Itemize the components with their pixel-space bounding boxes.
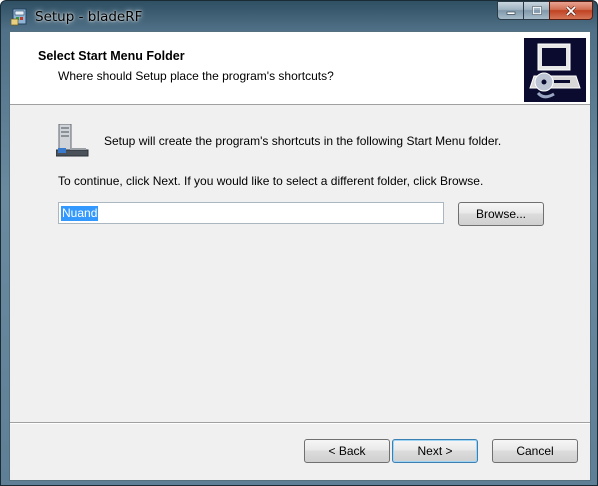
start-menu-folder-field[interactable] — [58, 202, 444, 224]
start-menu-folder-icon — [56, 124, 89, 157]
page-subtitle: Where should Setup place the program's s… — [58, 69, 334, 83]
minimize-icon — [506, 11, 515, 15]
close-icon — [565, 5, 577, 16]
browse-button[interactable]: Browse... — [458, 202, 544, 226]
continue-instructions: To continue, click Next. If you would li… — [58, 174, 484, 188]
window-title: Setup - bladeRF — [35, 9, 143, 25]
maximize-icon — [531, 6, 542, 15]
setup-window: Setup - bladeRF Select Start Menu Folder… — [0, 0, 598, 486]
page-title: Select Start Menu Folder — [38, 49, 185, 63]
close-button[interactable] — [549, 1, 593, 20]
next-button[interactable]: Next > — [392, 439, 478, 463]
wizard-client-area: Select Start Menu Folder Where should Se… — [9, 31, 591, 481]
info-text: Setup will create the program's shortcut… — [104, 134, 502, 148]
caption-buttons — [497, 1, 593, 21]
computer-cd-icon — [524, 38, 586, 102]
minimize-button[interactable] — [497, 1, 523, 20]
maximize-button[interactable] — [523, 1, 549, 20]
back-button[interactable]: < Back — [304, 439, 390, 463]
setup-icon — [11, 8, 27, 26]
cancel-button[interactable]: Cancel — [492, 439, 578, 463]
wizard-header: Select Start Menu Folder Where should Se… — [10, 32, 590, 105]
title-bar[interactable]: Setup - bladeRF — [1, 1, 597, 33]
button-separator — [10, 422, 590, 424]
selected-folder-text: Nuand — [61, 206, 99, 221]
